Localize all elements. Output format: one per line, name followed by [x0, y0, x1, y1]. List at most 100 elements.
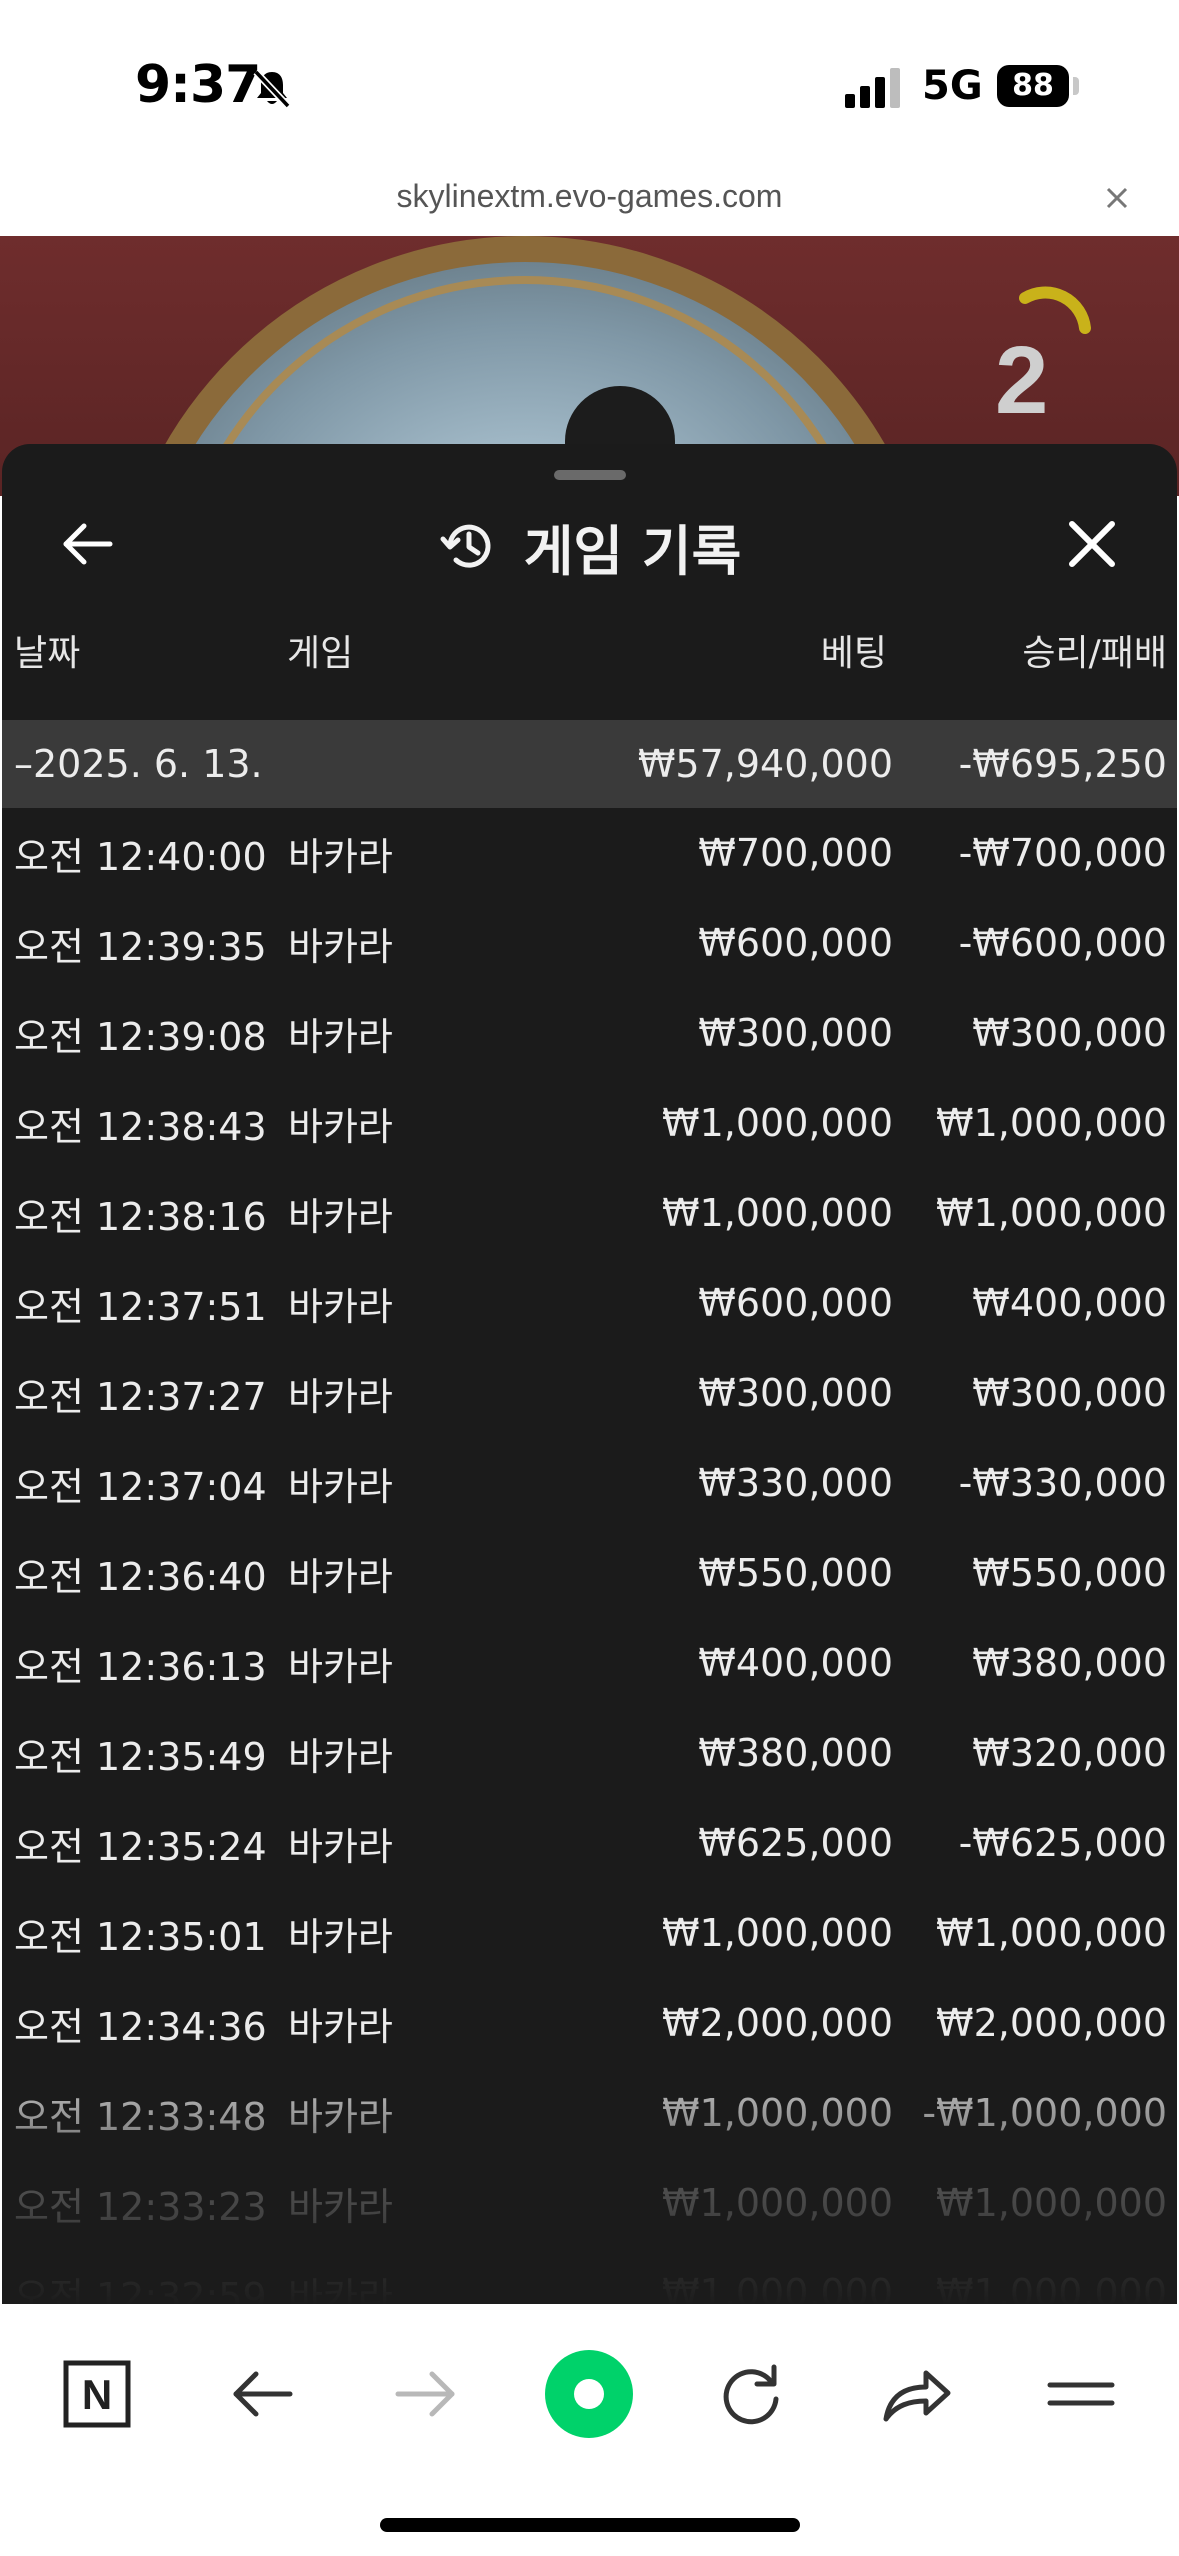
- menu-icon: [1047, 2382, 1115, 2406]
- row-bet: ₩1,000,000: [662, 2181, 893, 2225]
- row-time: 오전 12:35:01: [14, 1914, 267, 1959]
- row-result: ₩300,000: [972, 1371, 1167, 1415]
- row-time: 오전 12:34:36: [14, 2004, 267, 2049]
- row-time: 오전 12:35:49: [14, 1734, 267, 1779]
- row-bet: ₩550,000: [698, 1551, 893, 1595]
- row-time: 오전 12:39:35: [14, 924, 267, 969]
- history-row[interactable]: 오전 12:38:16 바카라 ₩1,000,000 ₩1,000,000: [2, 1168, 1177, 1258]
- history-row[interactable]: 오전 12:32:59 바카라 ₩1,000,000 ₩1,000,000: [2, 2248, 1177, 2304]
- history-row[interactable]: 오전 12:37:04 바카라 ₩330,000 -₩330,000: [2, 1438, 1177, 1528]
- row-game: 바카라: [288, 2004, 393, 2049]
- row-bet: ₩1,000,000: [662, 1911, 893, 1955]
- row-time: 오전 12:37:04: [14, 1464, 267, 1509]
- sheet-header: 게임 기록: [2, 506, 1177, 586]
- row-result: -₩700,000: [958, 831, 1167, 875]
- row-time: 오전 12:39:08: [14, 1014, 267, 1059]
- row-result: ₩1,000,000: [936, 2181, 1167, 2225]
- history-row[interactable]: 오전 12:36:40 바카라 ₩550,000 ₩550,000: [2, 1528, 1177, 1618]
- history-row[interactable]: 오전 12:37:27 바카라 ₩300,000 ₩300,000: [2, 1348, 1177, 1438]
- status-bar: 9:37 5G 88 skylinextm.evo-games.com: [0, 0, 1179, 214]
- row-game: 바카라: [288, 1734, 393, 1779]
- row-game: 바카라: [288, 1194, 393, 1239]
- battery-level: 88: [1012, 68, 1054, 103]
- row-game: 바카라: [288, 1554, 393, 1599]
- history-row[interactable]: 오전 12:35:01 바카라 ₩1,000,000 ₩1,000,000: [2, 1888, 1177, 1978]
- row-bet: ₩625,000: [698, 1821, 893, 1865]
- back-button[interactable]: [218, 2349, 308, 2439]
- row-time: 오전 12:38:43: [14, 1104, 267, 1149]
- row-result: -₩625,000: [958, 1821, 1167, 1865]
- row-bet: ₩400,000: [698, 1641, 893, 1685]
- row-bet: ₩2,000,000: [662, 2001, 893, 2045]
- history-row[interactable]: 오전 12:34:36 바카라 ₩2,000,000 ₩2,000,000: [2, 1978, 1177, 2068]
- green-dot-button[interactable]: [544, 2349, 634, 2439]
- naver-n-icon: N: [63, 2360, 131, 2428]
- column-header-date: 날짜: [14, 633, 81, 674]
- history-icon: [440, 524, 491, 568]
- row-bet: ₩300,000: [698, 1371, 893, 1415]
- row-bet: ₩600,000: [698, 1281, 893, 1325]
- share-icon: [883, 2370, 951, 2422]
- row-result: ₩1,000,000: [936, 1101, 1167, 1145]
- close-icon[interactable]: [1062, 514, 1122, 574]
- column-header-result: 승리/패배: [1022, 633, 1167, 674]
- menu-button[interactable]: [1036, 2349, 1126, 2439]
- row-game: 바카라: [288, 1824, 393, 1869]
- sheet-grabber[interactable]: [554, 470, 626, 480]
- arrow-left-icon: [233, 2371, 293, 2417]
- row-game: 바카라: [288, 1374, 393, 1419]
- row-result: ₩550,000: [972, 1551, 1167, 1595]
- green-dot-icon: [545, 2350, 633, 2438]
- history-row[interactable]: 오전 12:35:49 바카라 ₩380,000 ₩320,000: [2, 1708, 1177, 1798]
- battery-cap: [1073, 77, 1079, 95]
- row-result: ₩1,000,000: [936, 2271, 1167, 2304]
- naver-n-button[interactable]: N: [52, 2349, 142, 2439]
- home-indicator[interactable]: [380, 2518, 800, 2532]
- row-bet: ₩380,000: [698, 1731, 893, 1775]
- arrow-right-icon: [395, 2371, 455, 2417]
- day-total-bet: ₩57,940,000: [637, 742, 893, 786]
- history-row[interactable]: 오전 12:33:23 바카라 ₩1,000,000 ₩1,000,000: [2, 2158, 1177, 2248]
- day-summary-row[interactable]: –2025. 6. 13. ₩57,940,000 -₩695,250: [2, 720, 1177, 808]
- history-row[interactable]: 오전 12:36:13 바카라 ₩400,000 ₩380,000: [2, 1618, 1177, 1708]
- row-bet: ₩600,000: [698, 921, 893, 965]
- status-time: 9:37: [135, 55, 261, 115]
- history-row[interactable]: 오전 12:39:08 바카라 ₩300,000 ₩300,000: [2, 988, 1177, 1078]
- row-game: 바카라: [288, 2274, 393, 2305]
- row-result: ₩400,000: [972, 1281, 1167, 1325]
- history-row[interactable]: 오전 12:37:51 바카라 ₩600,000 ₩400,000: [2, 1258, 1177, 1348]
- forward-button[interactable]: [380, 2349, 470, 2439]
- row-game: 바카라: [288, 1014, 393, 1059]
- battery-indicator: 88: [997, 65, 1069, 107]
- row-game: 바카라: [288, 1914, 393, 1959]
- row-time: 오전 12:35:24: [14, 1824, 267, 1869]
- row-result: -₩600,000: [958, 921, 1167, 965]
- history-row[interactable]: 오전 12:33:48 바카라 ₩1,000,000 -₩1,000,000: [2, 2068, 1177, 2158]
- row-game: 바카라: [288, 1644, 393, 1689]
- row-time: 오전 12:38:16: [14, 1194, 267, 1239]
- history-row[interactable]: 오전 12:40:00 바카라 ₩700,000 -₩700,000: [2, 808, 1177, 898]
- row-bet: ₩1,000,000: [662, 1101, 893, 1145]
- history-row[interactable]: 오전 12:39:35 바카라 ₩600,000 -₩600,000: [2, 898, 1177, 988]
- refresh-button[interactable]: [706, 2349, 796, 2439]
- row-result: ₩1,000,000: [936, 1191, 1167, 1235]
- game-history-sheet: 게임 기록 날짜 게임 베팅 승리/패배 –2025. 6. 13. ₩57,9…: [2, 444, 1177, 2304]
- history-row[interactable]: 오전 12:38:43 바카라 ₩1,000,000 ₩1,000,000: [2, 1078, 1177, 1168]
- row-bet: ₩1,000,000: [662, 1191, 893, 1235]
- row-game: 바카라: [288, 834, 393, 879]
- row-game: 바카라: [288, 1464, 393, 1509]
- history-row[interactable]: 오전 12:35:24 바카라 ₩625,000 -₩625,000: [2, 1798, 1177, 1888]
- column-header-bet: 베팅: [820, 633, 887, 674]
- row-time: 오전 12:36:13: [14, 1644, 267, 1689]
- row-time: 오전 12:37:51: [14, 1284, 267, 1329]
- close-icon[interactable]: [1102, 183, 1132, 213]
- row-time: 오전 12:37:27: [14, 1374, 267, 1419]
- share-button[interactable]: [872, 2349, 962, 2439]
- browser-toolbar: N: [0, 2304, 1179, 2556]
- row-game: 바카라: [288, 924, 393, 969]
- row-bet: ₩1,000,000: [662, 2271, 893, 2304]
- url-text[interactable]: skylinextm.evo-games.com: [0, 178, 1179, 215]
- refresh-icon: [723, 2364, 779, 2425]
- row-game: 바카라: [288, 2184, 393, 2229]
- row-time: 오전 12:33:48: [14, 2094, 267, 2139]
